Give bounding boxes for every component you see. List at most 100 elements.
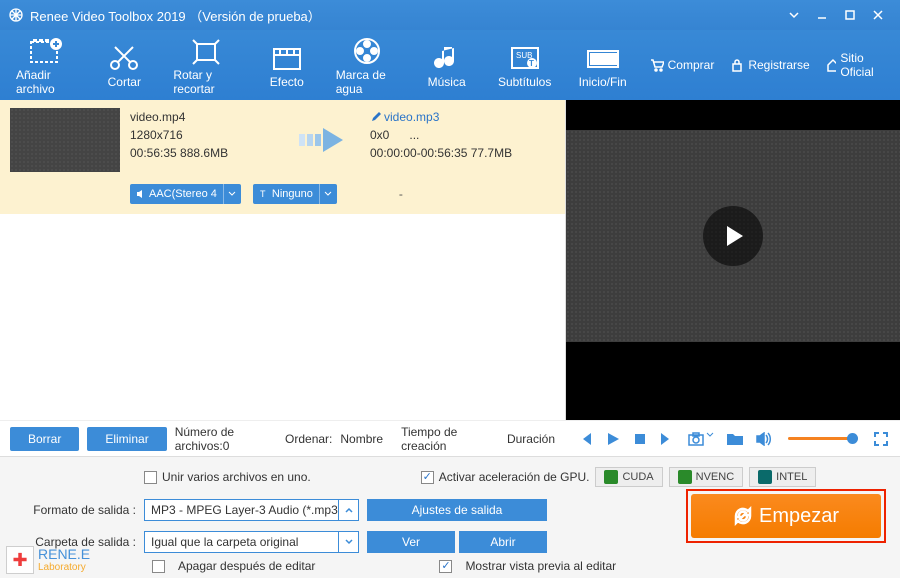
subtitle-track-chip[interactable]: TNinguno: [253, 184, 337, 204]
output-duration-size: 00:00:00-00:56:35 77.7MB: [370, 144, 512, 162]
intel-chip: INTEL: [749, 467, 816, 487]
output-settings-button[interactable]: Ajustes de salida: [367, 499, 547, 521]
toolbar-label: Música: [428, 75, 466, 89]
close-button[interactable]: [864, 5, 892, 25]
start-wrap: Empezar: [686, 489, 886, 543]
chip-row: AAC(Stereo 4 TNinguno -: [0, 180, 565, 214]
music-button[interactable]: Música: [408, 37, 486, 93]
sort-name[interactable]: Nombre: [340, 432, 383, 446]
reel-icon: [350, 36, 384, 66]
subtitle-icon: SUBT: [508, 43, 542, 73]
source-meta: video.mp4 1280x716 00:56:35 888.6MB: [130, 108, 280, 172]
volume-slider[interactable]: [788, 437, 858, 440]
link-label: Registrarse: [748, 58, 809, 72]
output-meta: video.mp3 0x0 ... 00:00:00-00:56:35 77.7…: [370, 108, 512, 172]
toolbar-label: Inicio/Fin: [579, 75, 627, 89]
play-button[interactable]: [703, 206, 763, 266]
speaker-icon: [136, 189, 146, 199]
in-out-button[interactable]: Inicio/Fin: [564, 37, 642, 93]
sort-label: Ordenar:: [285, 432, 332, 446]
site-link[interactable]: Sitio Oficial: [818, 51, 894, 79]
plus-icon: ✚: [6, 546, 34, 574]
lock-icon: [730, 58, 744, 72]
buy-link[interactable]: Comprar: [642, 58, 723, 72]
refresh-icon: [733, 506, 753, 526]
view-button[interactable]: Ver: [367, 531, 455, 553]
watermark-button[interactable]: Marca de agua: [326, 30, 408, 100]
audio-track-chip[interactable]: AAC(Stereo 4: [130, 184, 241, 204]
text-icon: T: [259, 189, 269, 199]
folder-button[interactable]: [726, 432, 744, 446]
dash-placeholder: -: [399, 187, 403, 201]
brand-watermark: ✚ RENE.ELaboratory: [6, 546, 90, 574]
output-filename: video.mp3: [384, 110, 439, 124]
subtitle-button[interactable]: SUBT Subtítulos: [486, 37, 564, 93]
maximize-button[interactable]: [836, 5, 864, 25]
merge-checkbox[interactable]: [144, 471, 157, 484]
crop-rotate-icon: [189, 36, 223, 66]
delete-button[interactable]: Eliminar: [87, 427, 166, 451]
shutdown-label: Apagar después de editar: [178, 559, 315, 573]
file-row[interactable]: video.mp4 1280x716 00:56:35 888.6MB vide…: [0, 100, 565, 180]
sort-duration[interactable]: Duración: [507, 432, 555, 446]
titlebar: Renee Video Toolbox 2019 （Versión de pru…: [0, 0, 900, 30]
clear-button[interactable]: Borrar: [10, 427, 79, 451]
sort-time[interactable]: Tiempo de creación: [401, 425, 489, 453]
chevron-down-icon[interactable]: [223, 184, 241, 204]
window-title: Renee Video Toolbox 2019 （Versión de pru…: [30, 6, 780, 25]
preview-controls: [565, 420, 900, 456]
start-button[interactable]: Empezar: [691, 494, 881, 538]
chevron-down-icon[interactable]: [319, 184, 337, 204]
toolbar-label: Añadir archivo: [16, 68, 75, 96]
source-thumbnail: [10, 108, 120, 172]
link-label: Comprar: [668, 58, 715, 72]
toolbar-label: Efecto: [270, 75, 304, 89]
output-dots: ...: [409, 128, 419, 142]
brand-name: RENE.E: [38, 546, 90, 562]
shutdown-checkbox[interactable]: [152, 560, 165, 573]
music-icon: [432, 43, 462, 73]
scissors-icon: [107, 43, 141, 73]
snapshot-button[interactable]: [687, 431, 714, 447]
fullscreen-button[interactable]: [874, 432, 888, 446]
volume-icon[interactable]: [756, 432, 772, 446]
effect-button[interactable]: Efecto: [248, 37, 326, 93]
nvenc-chip: NVENC: [669, 467, 744, 487]
chip-text: INTEL: [776, 471, 807, 483]
start-label: Empezar: [759, 505, 839, 528]
file-list-empty: [0, 214, 565, 420]
folder-combo[interactable]: Igual que la carpeta original: [144, 531, 359, 553]
preview-label: Mostrar vista previa al editar: [465, 559, 616, 573]
add-file-icon: [28, 36, 64, 66]
merge-label: Unir varios archivos en uno.: [162, 470, 311, 484]
slider-knob[interactable]: [847, 433, 858, 444]
toolbar-label: Cortar: [108, 75, 141, 89]
open-button[interactable]: Abrir: [459, 531, 547, 553]
format-combo[interactable]: MP3 - MPEG Layer-3 Audio (*.mp3): [144, 499, 359, 521]
brand-sub: Laboratory: [38, 563, 90, 573]
output-resolution: 0x0: [370, 128, 389, 142]
stop-button[interactable]: [633, 432, 647, 446]
next-button[interactable]: [659, 431, 675, 447]
rotate-crop-button[interactable]: Rotar y recortar: [163, 30, 247, 100]
dropdown-icon[interactable]: [780, 5, 808, 25]
svg-text:T: T: [529, 59, 534, 68]
svg-text:T: T: [260, 189, 266, 199]
prev-button[interactable]: [577, 431, 593, 447]
preview-checkbox[interactable]: [439, 560, 452, 573]
minimize-button[interactable]: [808, 5, 836, 25]
play-control-button[interactable]: [605, 431, 621, 447]
cut-button[interactable]: Cortar: [85, 37, 163, 93]
edit-icon[interactable]: [370, 111, 382, 123]
add-file-button[interactable]: Añadir archivo: [6, 30, 85, 100]
chevron-down-icon[interactable]: [338, 532, 358, 552]
source-filename: video.mp4: [130, 108, 280, 126]
file-count: Número de archivos:0: [175, 425, 273, 453]
register-link[interactable]: Registrarse: [722, 58, 817, 72]
start-highlight: Empezar: [686, 489, 886, 543]
link-label: Sitio Oficial: [840, 51, 886, 79]
film-strip-icon: [585, 43, 621, 73]
gpu-checkbox[interactable]: [421, 471, 434, 484]
gpu-label: Activar aceleración de GPU.: [439, 470, 590, 484]
chevron-up-icon[interactable]: [338, 500, 358, 520]
